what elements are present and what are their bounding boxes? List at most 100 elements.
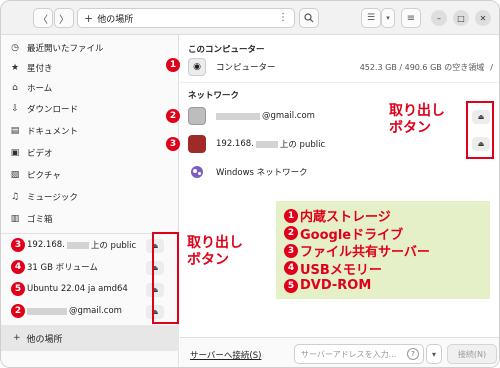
legend-number: 2: [284, 226, 298, 241]
windows-network-icon: [188, 163, 206, 181]
legend-item: 1 内蔵ストレージ: [284, 207, 482, 225]
legend-item: 4 USBメモリー: [284, 260, 482, 278]
network-row-public-share[interactable]: 192.168. 上の public: [188, 131, 493, 157]
sidebar-item-downloads[interactable]: ⇩ ダウンロード: [7, 99, 175, 119]
eject-callout-line2: ボタン: [389, 120, 431, 136]
sidebar-item-documents[interactable]: ▤ ドキュメント: [7, 121, 175, 141]
network-label-suffix: 上の public: [279, 140, 326, 150]
document-icon: ▤: [10, 126, 20, 136]
sidebar-item-other-places[interactable]: + 他の場所: [1, 325, 179, 351]
computer-label: コンピューター: [216, 63, 276, 73]
minimize-button[interactable]: –: [431, 10, 447, 26]
maximize-button[interactable]: □: [453, 10, 469, 26]
server-history-dropdown[interactable]: ▾: [426, 344, 442, 364]
hard-disk-icon: ◉: [188, 58, 206, 76]
legend-text: Googleドライブ: [300, 227, 404, 243]
star-icon: ★: [10, 63, 20, 73]
network-label: @gmail.com: [262, 111, 315, 121]
sidebar-item-starred[interactable]: ★ 星付き: [7, 58, 175, 78]
sidebar-item-pictures[interactable]: ▧ ピクチャ: [7, 165, 175, 185]
legend-number: 4: [284, 261, 298, 276]
close-button[interactable]: ✕: [475, 10, 491, 26]
network-label-prefix: 192.168.: [216, 139, 254, 149]
plus-icon: +: [13, 333, 21, 343]
view-dropdown-button[interactable]: ▾: [381, 8, 395, 28]
help-icon[interactable]: ?: [407, 348, 419, 360]
server-address-input[interactable]: サーバーアドレスを入力... ?: [294, 344, 424, 364]
sidebar-item-label: ダウンロード: [27, 105, 79, 115]
location-bar[interactable]: + 他の場所 ⋮: [77, 8, 295, 28]
legend-number: 1: [284, 208, 298, 223]
legend-item: 3 ファイル共有サーバー: [284, 242, 482, 260]
sidebar-item-label: 星付き: [27, 64, 53, 74]
section-divider: [180, 82, 499, 83]
sidebar-item-videos[interactable]: ▣ ビデオ: [7, 143, 175, 163]
sidebar-item-label: ピクチャ: [27, 171, 61, 181]
section-title-network: ネットワーク: [188, 91, 240, 101]
sidebar-item-label: ミュージック: [27, 193, 78, 203]
connect-to-server-bar: サーバーへ接続(S) サーバーアドレスを入力... ? ▾ 接続(N): [180, 337, 499, 367]
sidebar-item-label: ゴミ箱: [27, 215, 53, 225]
plus-icon: +: [84, 11, 94, 25]
search-icon: [304, 13, 314, 23]
eject-callout-main: 取り出し ボタン: [389, 103, 445, 137]
device-label-prefix: 192.168.: [27, 240, 65, 250]
legend-text: USBメモリー: [300, 262, 382, 278]
file-manager-window: 〈 〉 + 他の場所 ⋮ ☰ ▾ ≡ – □ ✕ ◷ 最近開いたファイル ★ 星付き…: [0, 0, 500, 368]
device-label: 31 GB ボリューム: [27, 263, 98, 273]
eject-callout-line2: ボタン: [187, 252, 229, 268]
eject-callout-sidebar: 取り出し ボタン: [187, 235, 243, 269]
sidebar-item-home[interactable]: ⌂ ホーム: [7, 78, 175, 98]
annotation-badge-2: 2: [166, 109, 180, 123]
sidebar-item-trash[interactable]: ▥ ゴミ箱: [7, 209, 175, 229]
location-label: 他の場所: [97, 14, 134, 25]
network-row-windows[interactable]: Windows ネットワーク: [188, 159, 493, 185]
redacted-block: [255, 140, 278, 148]
eject-callout-line1: 取り出し: [187, 235, 243, 251]
annotation-badge-1: 1: [166, 58, 180, 72]
device-label-suffix: @gmail.com: [69, 306, 122, 316]
sidebar-item-label: 他の場所: [26, 334, 63, 345]
forward-button[interactable]: 〉: [54, 8, 74, 28]
device-label: Ubuntu 22.04 ja amd64: [27, 284, 128, 294]
annotation-badge-3: 3: [166, 137, 180, 151]
legend-text: ファイル共有サーバー: [300, 245, 430, 261]
view-toggle-button[interactable]: ☰: [361, 8, 381, 28]
chevron-down-icon: ▾: [431, 349, 436, 359]
legend-number: 5: [284, 278, 298, 293]
back-button[interactable]: 〈: [33, 8, 53, 28]
eject-highlight-box-sidebar: [152, 232, 179, 324]
music-icon: ♫: [10, 192, 20, 202]
list-view-icon: ☰: [366, 13, 376, 23]
sidebar-item-recent[interactable]: ◷ 最近開いたファイル: [7, 38, 175, 58]
eject-highlight-box-main: [466, 101, 494, 159]
sidebar-item-label: ビデオ: [27, 149, 53, 159]
redacted-block: [66, 241, 89, 249]
redacted-block: [216, 112, 260, 120]
hamburger-icon: ≡: [406, 12, 416, 24]
folder-share-icon: [188, 135, 206, 153]
search-button[interactable]: [299, 8, 319, 28]
annotation-legend: 1 内蔵ストレージ 2 Googleドライブ 3 ファイル共有サーバー 4 USBメモリ…: [276, 201, 490, 299]
minimize-icon: –: [437, 13, 441, 23]
legend-number: 3: [284, 243, 298, 258]
storage-meta: 452.3 GB / 490.6 GB の空き領域: [359, 62, 485, 72]
device-label-suffix: 上の public: [90, 241, 137, 251]
vertical-dots-icon[interactable]: ⋮: [278, 12, 288, 23]
computer-row[interactable]: ◉ コンピューター 452.3 GB / 490.6 GB の空き領域 /: [188, 54, 493, 80]
cloud-drive-icon: [188, 107, 206, 125]
sidebar-item-music[interactable]: ♫ ミュージック: [7, 187, 175, 207]
connect-button[interactable]: 接続(N): [447, 344, 497, 364]
trash-icon: ▥: [10, 214, 20, 224]
sidebar-item-label: 最近開いたファイル: [27, 44, 104, 54]
chevron-left-icon: 〈: [38, 14, 48, 26]
network-row-google-drive[interactable]: @gmail.com: [188, 103, 493, 129]
legend-item: 2 Googleドライブ: [284, 225, 482, 243]
main-menu-button[interactable]: ≡: [401, 8, 421, 28]
close-icon: ✕: [479, 13, 487, 23]
redacted-block: [27, 307, 67, 315]
legend-text: DVD-ROM: [300, 278, 372, 294]
chevron-right-icon: 〉: [59, 14, 69, 26]
legend-text: 内蔵ストレージ: [300, 210, 391, 226]
annotation-badge-2-sidebar: 2: [11, 304, 25, 318]
